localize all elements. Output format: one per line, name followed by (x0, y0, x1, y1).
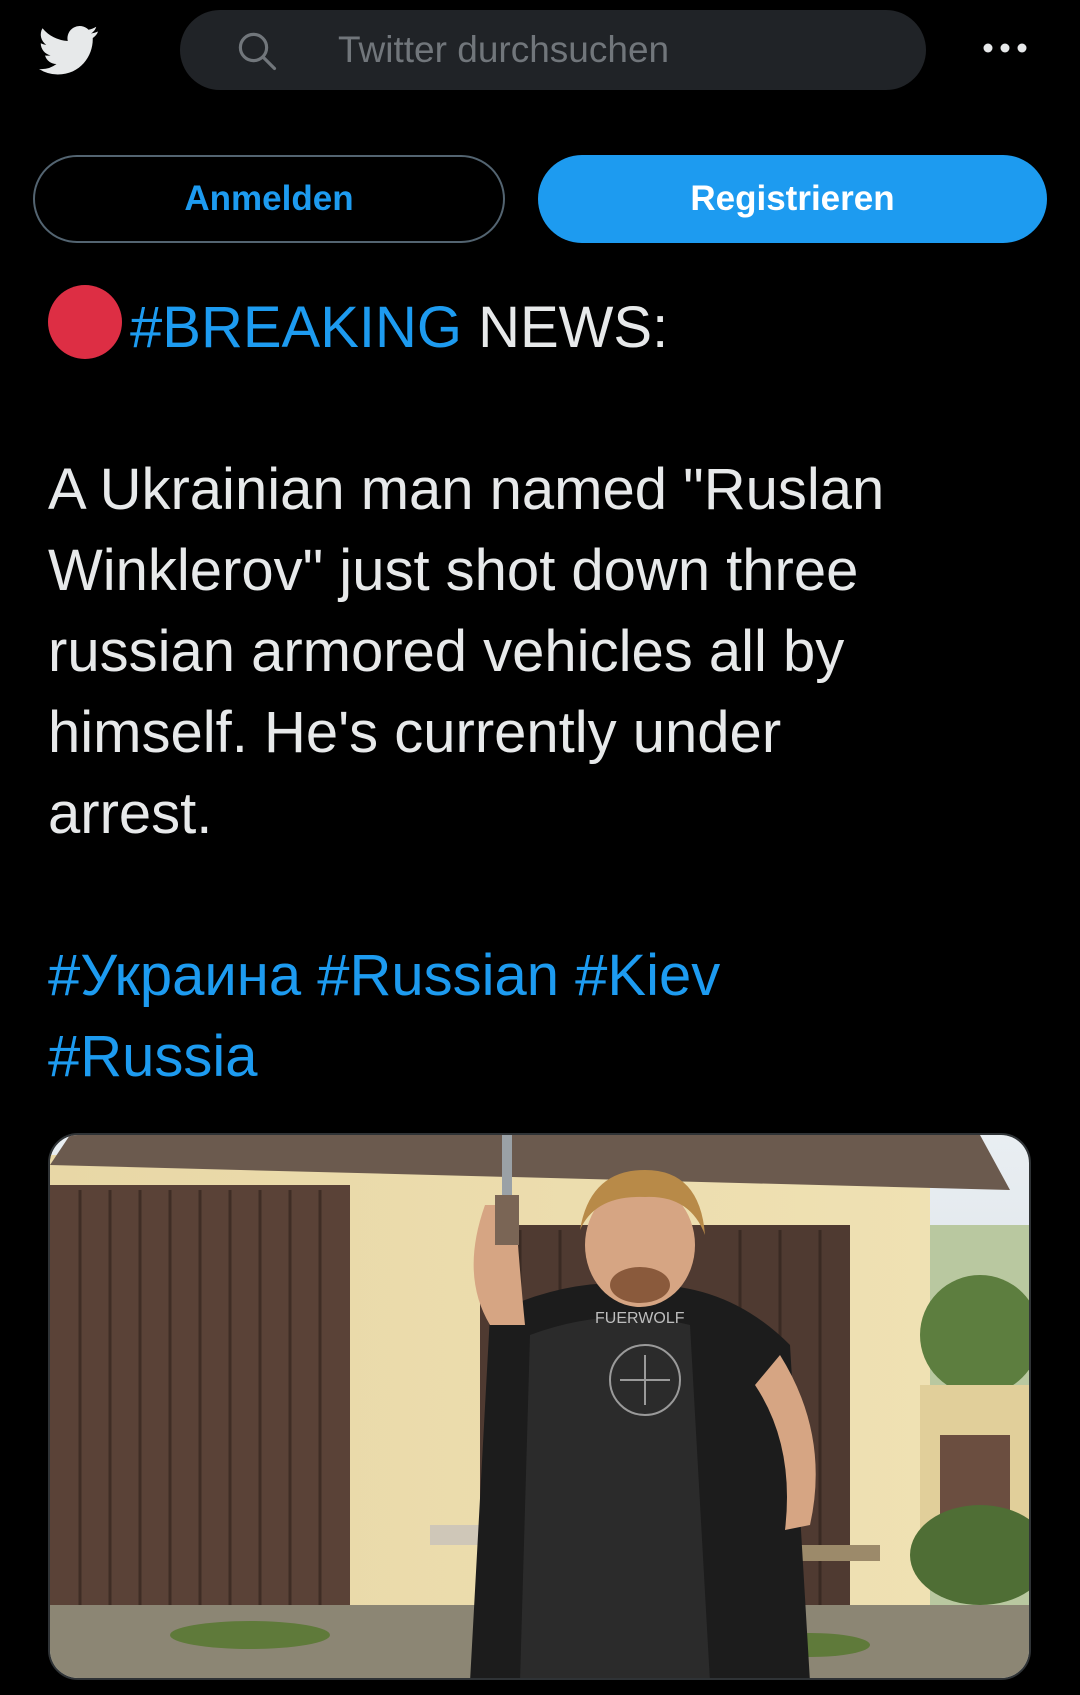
top-bar: Twitter durchsuchen (0, 0, 1080, 100)
hashtag-link[interactable]: #Kiev (575, 943, 720, 1008)
body-line: arrest. (48, 781, 213, 846)
breaking-line: #BREAKING NEWS: (48, 285, 1048, 368)
hashtag-link[interactable]: #BREAKING (130, 295, 462, 360)
red-circle-icon (48, 285, 122, 359)
breaking-text: NEWS: (462, 295, 669, 360)
login-button[interactable]: Anmelden (33, 155, 505, 243)
body-line: russian armored vehicles all by (48, 619, 845, 684)
hashtags-line: #Украина #Russian #Kiev (48, 935, 1048, 1016)
body-line: himself. He's currently under (48, 700, 782, 765)
svg-text:FUERWOLF: FUERWOLF (595, 1310, 685, 1327)
body-line: A Ukrainian man named "Ruslan (48, 457, 885, 522)
more-dots-icon[interactable] (980, 28, 1030, 68)
tweet-media-image[interactable]: FUERWOLF (48, 1133, 1031, 1680)
tweet-text: #BREAKING NEWS: A Ukrainian man named "R… (48, 285, 1048, 1097)
search-bar[interactable]: Twitter durchsuchen (180, 10, 926, 90)
hashtags-line: #Russia (48, 1016, 1048, 1097)
media-photo: FUERWOLF (50, 1135, 1029, 1678)
twitter-bird-icon[interactable] (34, 20, 104, 80)
body-line: Winklerov" just shot down three (48, 538, 859, 603)
hashtag-link[interactable]: #Russia (48, 1024, 258, 1089)
hashtag-link[interactable]: #Украина (48, 943, 301, 1008)
search-icon (238, 32, 277, 71)
register-button[interactable]: Registrieren (538, 155, 1047, 243)
search-input[interactable]: Twitter durchsuchen (338, 30, 898, 70)
hashtag-link[interactable]: #Russian (317, 943, 559, 1008)
